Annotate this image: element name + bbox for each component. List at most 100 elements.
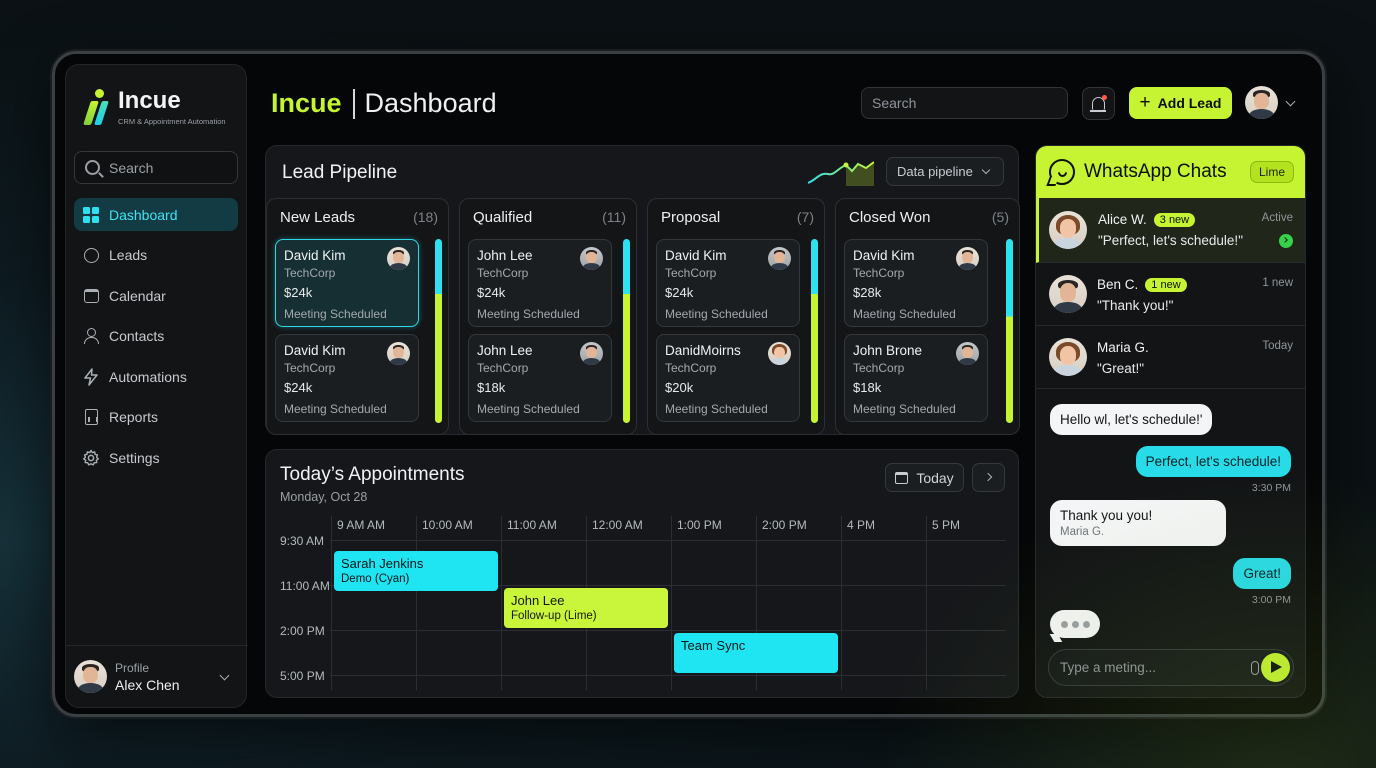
lead-value: $18k bbox=[477, 380, 506, 395]
lead-status: Meeting Scheduled bbox=[477, 402, 580, 416]
avatar bbox=[768, 342, 791, 365]
paperclip-icon[interactable] bbox=[1251, 661, 1259, 675]
lead-status: Maeting Scheduled bbox=[853, 307, 956, 321]
online-indicator-icon bbox=[1279, 234, 1293, 248]
add-lead-button[interactable]: + Add Lead bbox=[1129, 87, 1232, 119]
avatar bbox=[956, 247, 979, 270]
sidebar-search-input[interactable]: Search bbox=[74, 151, 238, 184]
sidebar-item-label: Contacts bbox=[109, 328, 165, 344]
title-divider bbox=[352, 88, 355, 119]
whatsapp-icon bbox=[1049, 159, 1075, 185]
next-day-button[interactable] bbox=[972, 463, 1005, 492]
sidebar-item-automations[interactable]: Automations bbox=[74, 360, 238, 393]
lead-card[interactable]: David Kim TechCorp $24k Meeting Schedule… bbox=[275, 239, 419, 327]
column-title: Qualified bbox=[473, 209, 533, 226]
chat-contact-name: Maria G. bbox=[1097, 340, 1149, 355]
sidebar-item-calendar[interactable]: Calendar bbox=[74, 279, 238, 312]
chat-item[interactable]: Alice W. 3 new "Perfect, let's schedule!… bbox=[1036, 198, 1305, 263]
avatar bbox=[74, 660, 107, 693]
lead-card[interactable]: David Kim TechCorp $28k Maeting Schedule… bbox=[844, 239, 988, 327]
sidebar-item-label: Dashboard bbox=[109, 206, 178, 223]
lead-value: $24k bbox=[284, 285, 313, 300]
whatsapp-header: WhatsApp Chats Lime bbox=[1036, 146, 1305, 198]
appointments-date: Monday, Oct 28 bbox=[280, 490, 368, 504]
sidebar-search-placeholder: Search bbox=[109, 159, 154, 176]
lead-card[interactable]: John Lee TechCorp $18k Meeting Scheduled bbox=[468, 334, 612, 422]
sidebar-item-contacts[interactable]: Contacts bbox=[74, 320, 238, 353]
lead-value: $24k bbox=[284, 380, 313, 395]
lead-pipeline-panel: Lead Pipeline Data pipeline New Leads (1… bbox=[265, 145, 1020, 435]
typing-indicator bbox=[1050, 610, 1100, 638]
whatsapp-title: WhatsApp Chats bbox=[1084, 161, 1227, 182]
search-input[interactable]: Search bbox=[861, 87, 1068, 119]
chat-contact-name: Alice W. bbox=[1098, 212, 1147, 227]
column-count: (5) bbox=[991, 209, 1009, 225]
incue-logo-icon bbox=[82, 87, 112, 127]
whatsapp-panel: WhatsApp Chats Lime Alice W. 3 new "Perf… bbox=[1035, 145, 1306, 698]
avatar bbox=[1049, 338, 1087, 376]
message-time: 3:30 PM bbox=[1251, 482, 1291, 494]
sidebar-item-settings[interactable]: Settings bbox=[74, 441, 238, 474]
chat-item[interactable]: Ben C. 1 new "Thank you!" 1 new bbox=[1036, 263, 1305, 326]
lead-card[interactable]: David Kim TechCorp $24k Meeting Schedule… bbox=[275, 334, 419, 422]
sparkline-icon bbox=[808, 161, 874, 186]
notifications-button[interactable] bbox=[1082, 87, 1115, 120]
time-row-label: 2:00 PM bbox=[280, 624, 325, 638]
appointment-event[interactable]: Team Sync bbox=[674, 633, 838, 673]
chat-preview: "Thank you!" bbox=[1097, 298, 1174, 313]
sidebar-item-reports[interactable]: Reports bbox=[74, 401, 238, 434]
column-progress-bar bbox=[811, 239, 818, 423]
sidebar-item-label: Settings bbox=[109, 449, 160, 466]
pipeline-column-new-leads: New Leads (18) David Kim TechCorp $24k M… bbox=[266, 198, 449, 435]
lead-card[interactable]: David Kim TechCorp $24k Meeting Schedule… bbox=[656, 239, 800, 327]
appointment-event[interactable]: John Lee Follow-up (Lime) bbox=[504, 588, 668, 628]
column-progress-bar bbox=[623, 239, 630, 423]
event-title: John Lee bbox=[511, 593, 565, 608]
avatar bbox=[580, 247, 603, 270]
grid-icon bbox=[82, 206, 100, 224]
lead-card[interactable]: DanidMoirns TechCorp $20k Meeting Schedu… bbox=[656, 334, 800, 422]
panel-title: Lead Pipeline bbox=[282, 162, 398, 183]
schedule-grid: 9 AM AM 10:00 AM 11:00 AM 12:00 AM 1:00 … bbox=[266, 510, 1020, 690]
message-text: Thank you you! bbox=[1060, 508, 1153, 523]
message-input[interactable]: Type a meting... bbox=[1048, 649, 1294, 686]
theme-badge[interactable]: Lime bbox=[1249, 161, 1294, 183]
lead-value: $18k bbox=[853, 380, 882, 395]
pipeline-column-closed-won: Closed Won (5) David Kim TechCorp $28k M… bbox=[835, 198, 1020, 435]
event-title: Sarah Jenkins bbox=[341, 556, 424, 571]
sidebar-item-leads[interactable]: Leads bbox=[74, 239, 238, 272]
brand-name: Incue bbox=[118, 87, 181, 114]
page-title: Incue Dashboard bbox=[271, 88, 497, 119]
today-button[interactable]: Today bbox=[885, 463, 964, 492]
time-column-header: 1:00 PM bbox=[677, 518, 722, 532]
column-progress-bar bbox=[1006, 239, 1013, 423]
lead-value: $20k bbox=[665, 380, 694, 395]
pipeline-column-proposal: Proposal (7) David Kim TechCorp $24k Mee… bbox=[647, 198, 825, 435]
sidebar-item-label: Automations bbox=[109, 368, 187, 385]
time-row-label: 9:30 AM bbox=[280, 534, 325, 548]
lead-status: Meeting Scheduled bbox=[853, 402, 956, 416]
appointments-panel: Today’s Appointments Monday, Oct 28 Toda… bbox=[265, 449, 1019, 698]
sidebar-item-dashboard[interactable]: Dashboard bbox=[74, 198, 238, 231]
notification-dot bbox=[1102, 95, 1107, 100]
lead-card[interactable]: John Lee TechCorp $24k Meeting Scheduled bbox=[468, 239, 612, 327]
chevron-down-icon[interactable] bbox=[1285, 96, 1296, 107]
title-app-name: Incue bbox=[271, 88, 342, 118]
time-column-header: 11:00 AM bbox=[507, 518, 557, 532]
chat-item[interactable]: Maria G. "Great!" Today bbox=[1036, 326, 1305, 389]
pipeline-select[interactable]: Data pipeline bbox=[886, 157, 1004, 186]
event-title: Team Sync bbox=[681, 638, 746, 653]
lead-status: Meeting Scheduled bbox=[477, 307, 580, 321]
time-column-header: 10:00 AM bbox=[422, 518, 473, 532]
profile-menu[interactable]: Profile Alex Chen bbox=[66, 645, 248, 707]
lead-status: Meeting Scheduled bbox=[665, 307, 768, 321]
bolt-icon bbox=[82, 367, 100, 386]
send-button[interactable] bbox=[1261, 653, 1290, 682]
chat-status: Active bbox=[1261, 212, 1293, 224]
panel-title: Today’s Appointments bbox=[280, 464, 465, 485]
user-avatar[interactable] bbox=[1245, 86, 1278, 119]
lead-card[interactable]: John Brone TechCorp $18k Meeting Schedul… bbox=[844, 334, 988, 422]
chevron-down-icon bbox=[219, 670, 230, 681]
appointment-event[interactable]: Sarah Jenkins Demo (Cyan) bbox=[334, 551, 498, 591]
sidebar-item-label: Calendar bbox=[109, 287, 166, 304]
